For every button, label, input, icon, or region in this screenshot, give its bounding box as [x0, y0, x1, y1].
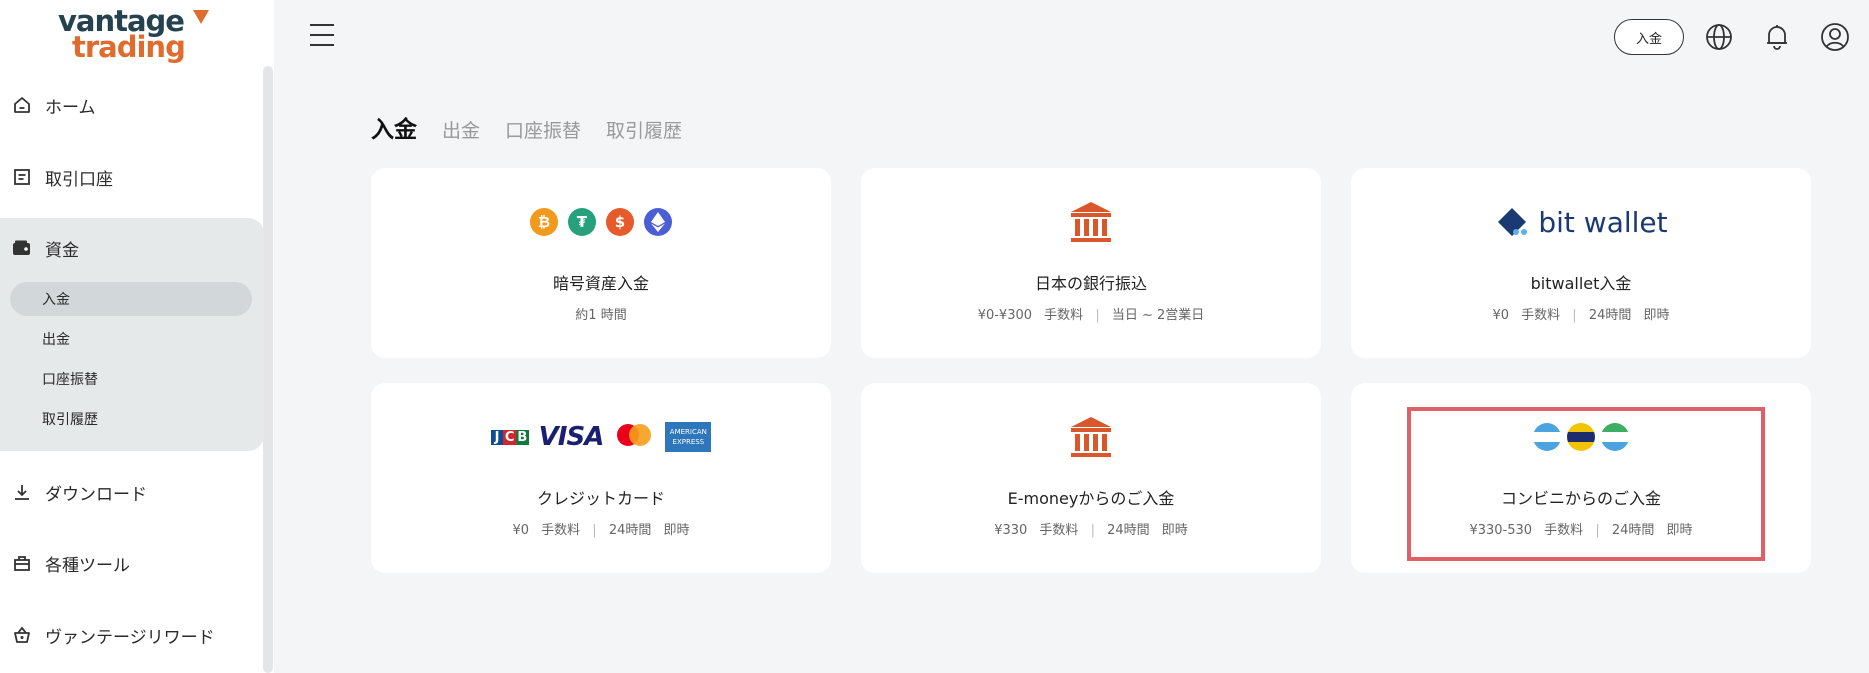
card-brand-icons: JCB VISA AMERICAN EXPRESS: [371, 415, 831, 459]
tab-withdraw[interactable]: 出金: [442, 116, 480, 143]
card-bitwallet[interactable]: bit wallet bitwallet入金 ¥0 手数料 | 24時間 即時: [1351, 168, 1811, 358]
card-emoney[interactable]: E-moneyからのご入金 ¥330 手数料 | 24時間 即時: [861, 383, 1321, 573]
bank-icon: [861, 200, 1321, 244]
card-processing-speed: 即時: [663, 523, 690, 538]
card-fee-label: 手数料: [1044, 308, 1084, 323]
usdc-icon: $: [606, 208, 634, 236]
ministop-icon: [1601, 423, 1629, 451]
globe-icon[interactable]: [1704, 22, 1734, 52]
menu-toggle-icon[interactable]: [310, 24, 334, 46]
card-title: E-moneyからのご入金: [1007, 489, 1175, 508]
user-icon[interactable]: [1820, 22, 1850, 52]
card-fee-amount: ¥0: [1492, 308, 1509, 323]
card-fee-label: 手数料: [541, 523, 581, 538]
sidebar-item-label: ダウンロード: [45, 484, 147, 505]
sidebar-fund-group: 資金 入金 出金 口座振替 取引履歴: [0, 218, 264, 451]
card-subtitle: ¥330 手数料 | 24時間 即時: [994, 523, 1188, 538]
sidebar-item-label: ホーム: [45, 97, 96, 118]
sidebar-item-funds[interactable]: 資金: [0, 222, 262, 274]
sidebar-item-accounts[interactable]: 取引口座: [0, 151, 262, 203]
card-title: 日本の銀行振込: [1034, 274, 1147, 293]
logo-line2: trading: [72, 30, 186, 64]
card-subtitle: ¥0 手数料 | 24時間 即時: [1492, 308, 1670, 323]
card-processing-time: 24時間: [1588, 308, 1632, 323]
sidebar: vantage trading ホーム 取引口座 資金 入金 出金 口座振替 取…: [0, 0, 274, 673]
sidebar-item-label: ヴァンテージリワード: [45, 627, 215, 648]
bank-icon: [861, 415, 1321, 459]
logo-triangle-icon: [193, 10, 209, 24]
card-processing-speed: 即時: [1666, 523, 1693, 538]
visa-icon: VISA: [538, 422, 605, 452]
card-fee-label: 手数料: [1039, 523, 1079, 538]
basket-icon: [12, 625, 32, 645]
card-fee-amount: ¥330-530: [1469, 523, 1533, 538]
card-title: コンビニからのご入金: [1500, 489, 1661, 508]
konbini-icons: [1351, 415, 1811, 459]
card-fee-amount: ¥0-¥300: [977, 308, 1033, 323]
card-subtitle: 約1 時間: [371, 304, 831, 323]
tab-history[interactable]: 取引履歴: [606, 116, 682, 143]
card-processing-time: 24時間: [608, 523, 652, 538]
sidebar-item-home[interactable]: ホーム: [0, 79, 262, 131]
sidebar-item-download[interactable]: ダウンロード: [0, 466, 262, 518]
bitcoin-icon: ₿: [530, 208, 558, 236]
tab-transfer[interactable]: 口座振替: [505, 116, 581, 143]
account-icon: [12, 167, 32, 187]
tether-icon: ₮: [568, 208, 596, 236]
card-credit-card[interactable]: JCB VISA AMERICAN EXPRESS クレジットカード ¥0 手数料…: [371, 383, 831, 573]
card-subtitle: ¥0 手数料 | 24時間 即時: [512, 523, 690, 538]
sidebar-scrollbar[interactable]: [263, 66, 273, 673]
card-processing-time: 24時間: [1611, 523, 1655, 538]
card-fee-label: 手数料: [1521, 308, 1561, 323]
card-processing-time: 24時間: [1107, 523, 1150, 538]
card-title: bitwallet入金: [1530, 274, 1632, 293]
card-processing-speed: 即時: [1161, 523, 1188, 538]
sidebar-subitem-deposit[interactable]: 入金: [10, 282, 252, 316]
bell-icon[interactable]: [1762, 22, 1792, 52]
sidebar-item-label: 資金: [45, 240, 79, 261]
ethereum-icon: [644, 208, 672, 236]
deposit-tabs: 入金 出金 口座振替 取引履歴: [371, 110, 707, 144]
home-icon: [12, 95, 32, 115]
card-bank-transfer[interactable]: 日本の銀行振込 ¥0-¥300 手数料 | 当日 ~ 2営業日: [861, 168, 1321, 358]
sidebar-item-label: 各種ツール: [45, 555, 130, 576]
bitwallet-wordmark: bit wallet: [1538, 205, 1668, 239]
card-title: 暗号資産入金: [552, 274, 649, 293]
card-subtitle: ¥0-¥300 手数料 | 当日 ~ 2営業日: [977, 308, 1205, 323]
sidebar-subitem-transfer[interactable]: 口座振替: [10, 362, 252, 396]
card-processing-time: 当日 ~ 2営業日: [1111, 308, 1205, 323]
card-processing-speed: 即時: [1643, 308, 1670, 323]
card-fee-amount: ¥330: [994, 523, 1028, 538]
card-fee-label: 手数料: [1544, 523, 1584, 538]
bitwallet-logo: bit wallet: [1351, 200, 1811, 244]
card-time: 約1 時間: [575, 308, 627, 323]
sidebar-subitem-history[interactable]: 取引履歴: [10, 402, 252, 436]
jcb-icon: JCB: [490, 423, 529, 451]
vantage-logo[interactable]: vantage trading: [58, 4, 209, 64]
amex-icon: AMERICAN EXPRESS: [665, 422, 712, 452]
familymart-icon: [1567, 423, 1595, 451]
card-konbini[interactable]: コンビニからのご入金 ¥330-530 手数料 | 24時間 即時: [1351, 383, 1811, 573]
card-subtitle: ¥330-530 手数料 | 24時間 即時: [1469, 523, 1693, 538]
wallet-icon: [12, 238, 32, 258]
sidebar-item-tools[interactable]: 各種ツール: [0, 537, 262, 589]
mastercard-icon: [613, 422, 655, 452]
tab-deposit[interactable]: 入金: [371, 110, 417, 144]
card-title: クレジットカード: [536, 489, 665, 508]
download-icon: [12, 482, 32, 502]
toolbox-icon: [12, 553, 32, 573]
card-fee-amount: ¥0: [512, 523, 529, 538]
sidebar-subitem-withdraw[interactable]: 出金: [10, 322, 252, 356]
sidebar-item-rewards[interactable]: ヴァンテージリワード: [0, 609, 262, 661]
lawson-icon: [1533, 423, 1561, 451]
crypto-icons: ₿ ₮ $: [371, 200, 831, 244]
sidebar-item-label: 取引口座: [45, 169, 113, 190]
header-deposit-button[interactable]: 入金: [1614, 19, 1684, 55]
card-crypto-deposit[interactable]: ₿ ₮ $ 暗号資産入金 約1 時間: [371, 168, 831, 358]
